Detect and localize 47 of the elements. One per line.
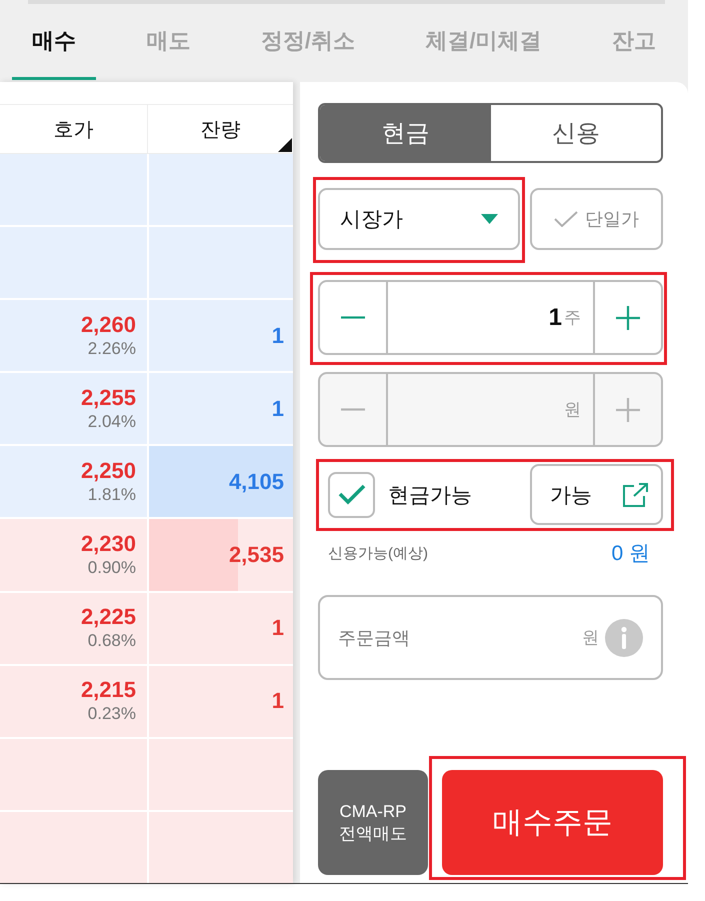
credit-available-amount: 0 원 [611,541,650,567]
sell-all-button[interactable]: CMA-RP 전액매도 [318,770,428,875]
change-rate: 1.81% [88,484,136,506]
order-type-dropdown[interactable]: 시장가 [318,188,520,250]
unit-label: 원 [582,627,599,649]
order-amount-label: 주문금액 [338,626,410,650]
available-button[interactable]: 가능 [530,464,663,525]
check-icon [338,484,366,505]
quantity-value: 1 [548,304,562,332]
triangle-icon [278,138,292,152]
quantity: 1 [272,615,284,642]
price: 2,225 [80,604,136,630]
minus-icon [341,408,365,411]
column-header: 잔량 [200,118,240,142]
change-rate: 0.68% [88,630,136,652]
price: 2,230 [80,531,136,558]
quantity: 2,535 [228,542,284,568]
quantity-field[interactable]: 1 주 [386,282,595,353]
external-link-icon [623,482,649,506]
change-rate: 0.90% [88,557,136,580]
minus-icon [341,316,365,319]
change-rate: 0.23% [88,703,136,726]
price: 2,250 [80,458,136,484]
single-price-toggle[interactable]: 단일가 [530,188,663,250]
credit-available-label: 신용가능(예상) [328,544,428,562]
price: 2,215 [80,677,136,704]
unit-label: 주 [564,307,581,329]
checkbox-label: 현금가능 [388,482,472,508]
column-header: 호가 [54,118,94,142]
order-amount-field[interactable]: 주문금액 원 [318,595,663,680]
quantity: 1 [272,688,284,714]
change-rate: 2.26% [88,338,136,360]
unit-label: 원 [564,399,581,421]
buy-order-button[interactable]: 매수주문 [442,770,663,875]
payment-tab[interactable]: 현금 [320,105,490,161]
checkbox[interactable] [328,472,375,518]
check-icon [554,211,578,227]
price: 2,255 [80,384,136,411]
price: 2,260 [80,312,136,338]
plus-icon [616,398,640,422]
change-rate: 2.04% [88,410,136,433]
quantity: 1 [272,322,284,349]
quantity: 4,105 [228,468,284,495]
quantity: 1 [272,396,284,422]
plus-icon [616,306,640,330]
info-icon [605,618,643,656]
caret-icon [481,214,498,224]
